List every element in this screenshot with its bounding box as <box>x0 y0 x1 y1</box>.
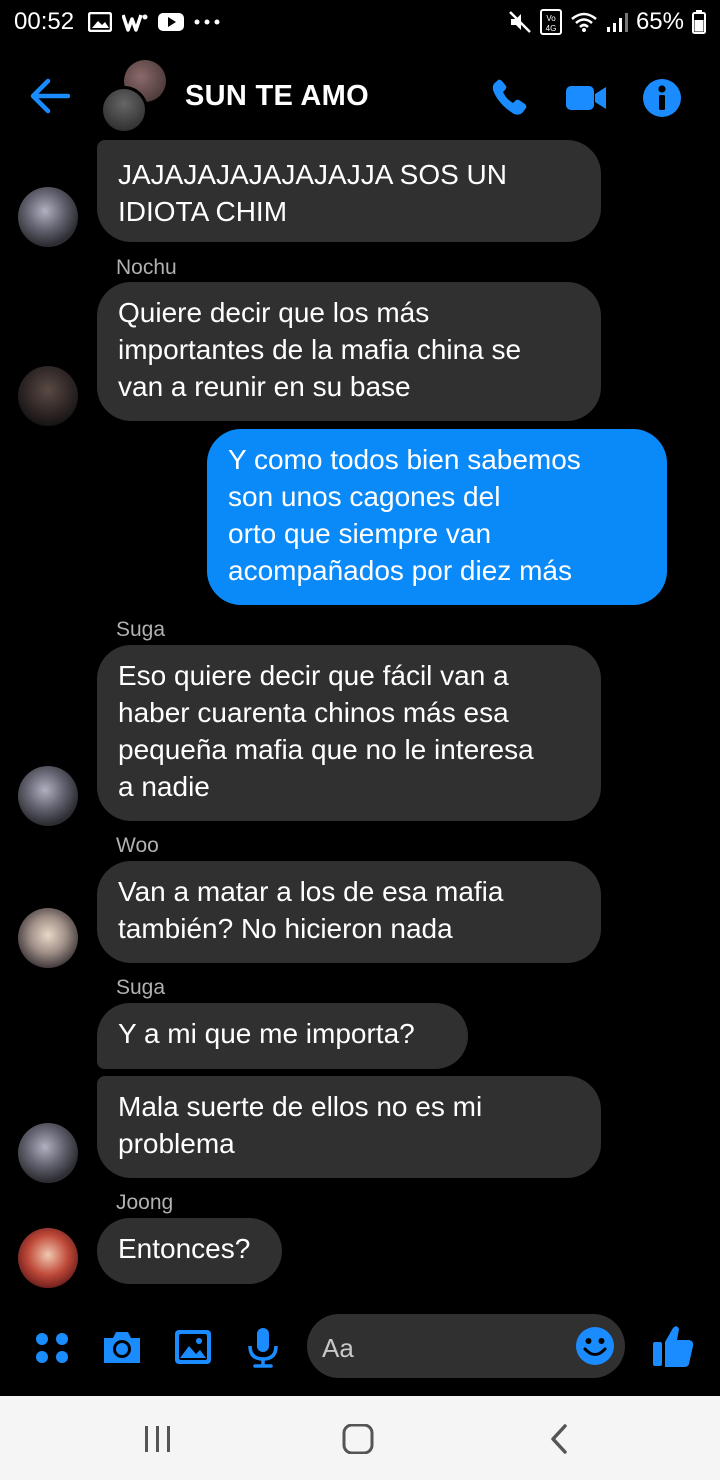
chat-header: SUN TE AMO <box>0 52 720 138</box>
sender-avatar-woo[interactable] <box>18 908 78 968</box>
sender-name: Joong <box>116 1191 174 1214</box>
back-arrow-icon[interactable] <box>28 76 70 116</box>
w-app-icon <box>122 14 148 32</box>
mute-icon <box>509 11 531 33</box>
battery-percent: 65% <box>635 8 684 35</box>
sender-name: Nochu <box>116 256 177 279</box>
sender-name: Woo <box>116 834 159 857</box>
like-thumb-icon[interactable] <box>651 1322 695 1370</box>
volte-4g-icon: Vo4G <box>539 9 562 35</box>
sender-avatar-suga[interactable] <box>18 766 78 826</box>
status-time: 00:52 <box>14 8 75 35</box>
emoji-icon[interactable] <box>575 1326 615 1366</box>
video-camera-icon[interactable] <box>564 78 608 118</box>
sender-name: Suga <box>116 618 166 641</box>
sender-avatar-nochu[interactable] <box>18 366 78 426</box>
wifi-icon <box>571 12 597 32</box>
message-input-placeholder: Aa <box>322 1333 354 1363</box>
message-bubble[interactable]: Entonces? <box>97 1218 282 1284</box>
system-navigation-bar <box>0 1396 720 1480</box>
youtube-icon <box>158 13 185 31</box>
home-icon[interactable] <box>340 1424 376 1454</box>
apps-grid-icon[interactable] <box>32 1326 74 1368</box>
sender-name: Suga <box>116 976 166 999</box>
message-composer: Aa <box>0 1310 720 1386</box>
message-bubble[interactable]: JAJAJAJAJAJAJAJJA SOS UN IDIOTA CHIM <box>97 140 601 242</box>
my-message-bubble[interactable]: Y como todos bien sabemos son unos cagon… <box>207 429 667 605</box>
svg-text:Vo: Vo <box>546 14 556 23</box>
camera-icon[interactable] <box>101 1326 143 1368</box>
group-avatar-member-2 <box>100 86 148 134</box>
group-avatar[interactable] <box>100 60 170 134</box>
message-bubble[interactable]: Y a mi que me importa? <box>97 1003 468 1069</box>
sender-avatar-suga[interactable] <box>18 1123 78 1183</box>
message-bubble[interactable]: Mala suerte de ellos no es mi problema <box>97 1076 601 1178</box>
message-bubble[interactable]: Van a matar a los de esa mafia también? … <box>97 861 601 963</box>
chat-title[interactable]: SUN TE AMO <box>185 80 369 113</box>
microphone-icon[interactable] <box>242 1326 284 1368</box>
gallery-icon <box>88 12 113 32</box>
battery-icon <box>692 10 706 34</box>
recent-apps-icon[interactable] <box>140 1424 176 1454</box>
signal-icon <box>606 13 628 32</box>
message-input[interactable]: Aa <box>307 1314 625 1378</box>
svg-text:4G: 4G <box>546 24 557 33</box>
phone-icon[interactable] <box>488 78 532 118</box>
message-bubble[interactable]: Eso quiere decir que fácil van a haber c… <box>97 645 601 821</box>
message-bubble[interactable]: Quiere decir que los más importantes de … <box>97 282 601 421</box>
info-icon[interactable] <box>640 78 684 118</box>
back-nav-icon[interactable] <box>543 1424 579 1454</box>
sender-avatar-suga[interactable] <box>18 187 78 247</box>
more-dots-icon <box>194 19 220 25</box>
sender-avatar-joong[interactable] <box>18 1228 78 1288</box>
gallery-icon[interactable] <box>172 1326 214 1368</box>
message-list[interactable]: JAJAJAJAJAJAJAJJA SOS UN IDIOTA CHIM Noc… <box>0 140 720 1300</box>
status-bar: 00:52 Vo 4G 65% <box>0 0 720 44</box>
